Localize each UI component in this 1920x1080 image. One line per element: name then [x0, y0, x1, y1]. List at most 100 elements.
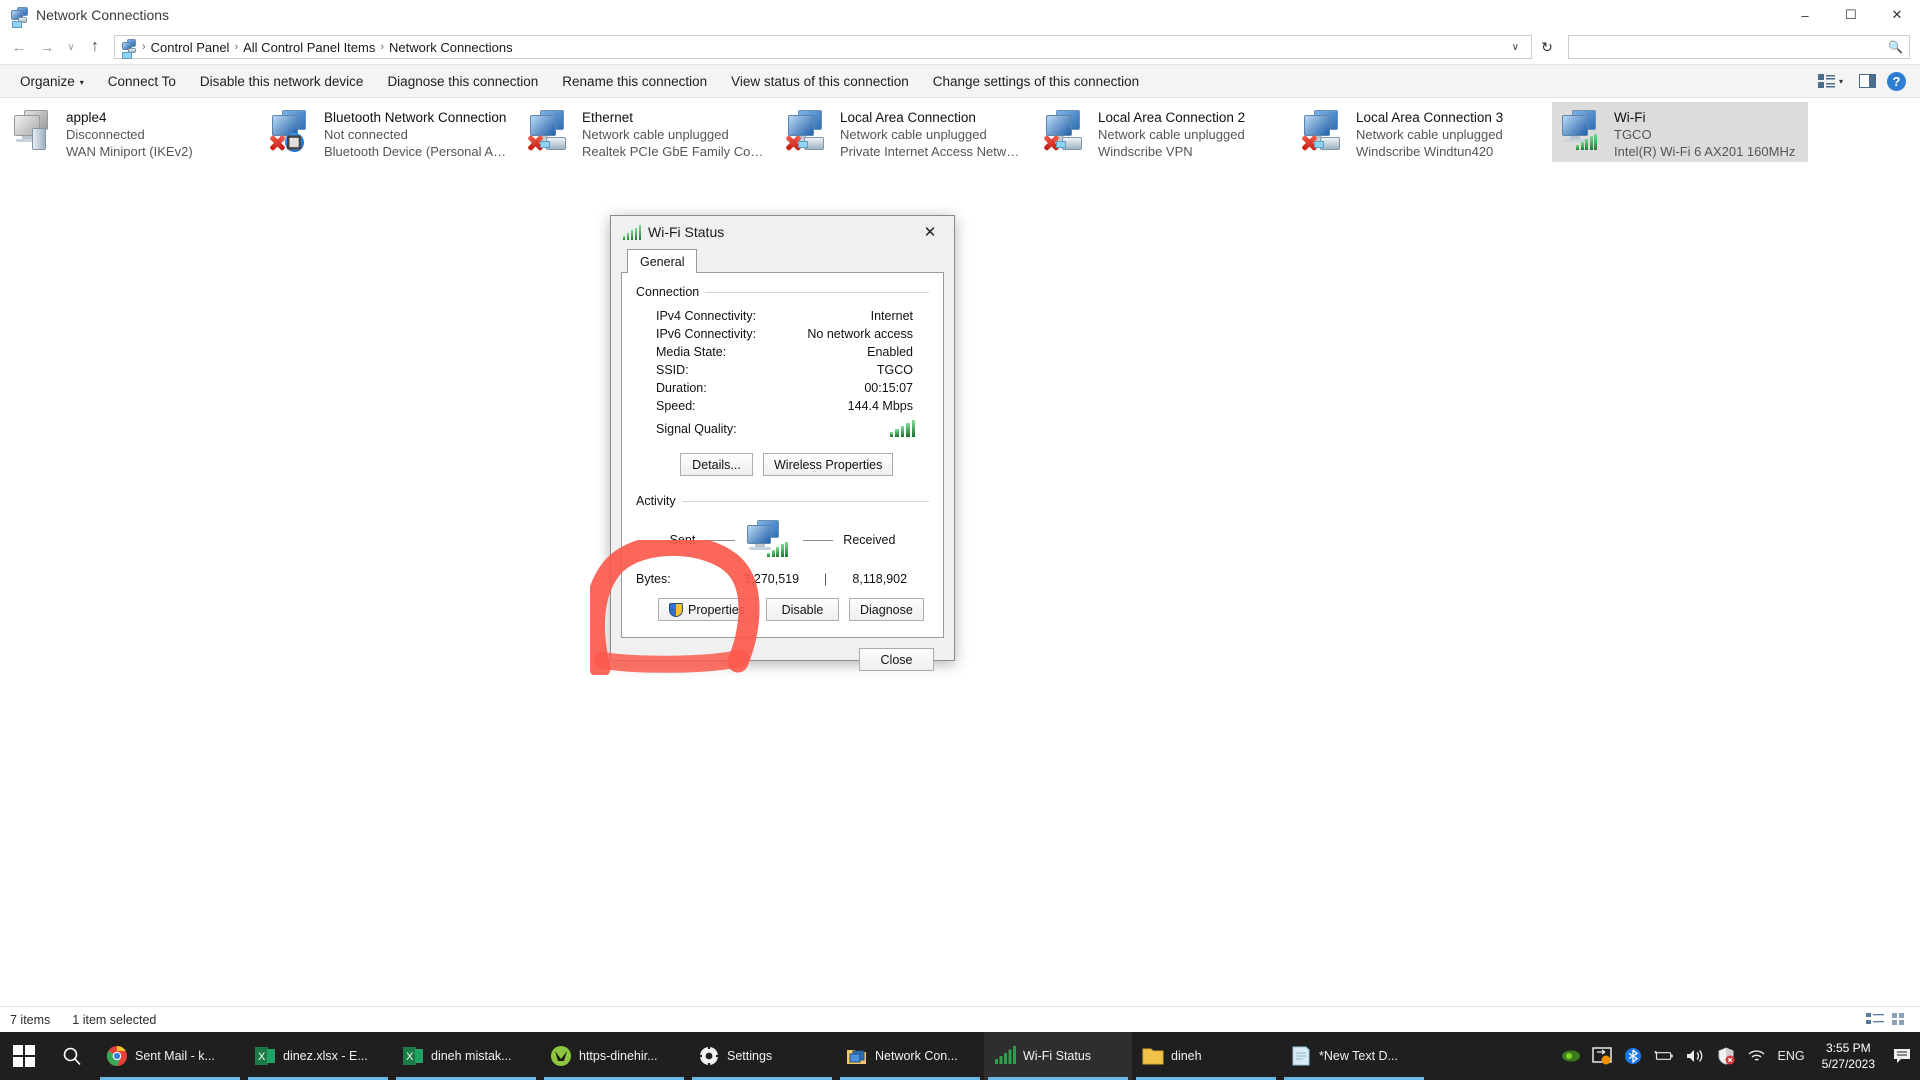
- view-options-icon: [1817, 74, 1835, 88]
- maximize-button[interactable]: ☐: [1828, 0, 1874, 30]
- tab-general[interactable]: General: [627, 249, 698, 273]
- breadcrumb-all-control-panel-items[interactable]: All Control Panel Items: [239, 39, 379, 56]
- network-tray-icon[interactable]: [1747, 1046, 1767, 1066]
- bluetooth-adapter-icon: 🔲: [268, 108, 318, 156]
- diagnose-button[interactable]: Diagnose: [848, 598, 924, 621]
- disable-network-device-button[interactable]: Disable this network device: [188, 69, 376, 94]
- adapter-item-ethernet[interactable]: Ethernet Network cable unplugged Realtek…: [520, 102, 776, 162]
- speed-value: 144.4 Mbps: [847, 399, 913, 413]
- wan-miniport-icon: [10, 108, 60, 156]
- connection-group: Connection IPv4 Connectivity: Internet I…: [636, 285, 929, 476]
- battery-tray-icon[interactable]: [1653, 1046, 1674, 1066]
- disable-button[interactable]: Disable: [765, 598, 839, 621]
- address-bar[interactable]: › Control Panel › All Control Panel Item…: [114, 35, 1532, 59]
- duration-value: 00:15:07: [864, 381, 913, 395]
- rj45-cable-icon: [1056, 137, 1082, 150]
- clock[interactable]: 3:55 PM 5/27/2023: [1816, 1040, 1881, 1072]
- chevron-down-icon: ▾: [79, 77, 84, 87]
- bytes-sent-value: 3,270,519: [743, 572, 800, 586]
- duration-label: Duration:: [656, 381, 707, 395]
- adapter-item-local-area-connection-3[interactable]: Local Area Connection 3 Network cable un…: [1294, 102, 1550, 162]
- adapter-item-local-area-connection[interactable]: Local Area Connection Network cable unpl…: [778, 102, 1034, 162]
- taskbar-item-wifi-status[interactable]: Wi-Fi Status: [984, 1032, 1132, 1080]
- address-dropdown-icon[interactable]: ∨: [1504, 42, 1527, 53]
- details-button[interactable]: Details...: [680, 453, 753, 476]
- connect-to-button[interactable]: Connect To: [96, 69, 188, 94]
- row-speed: Speed: 144.4 Mbps: [656, 397, 929, 415]
- organize-button[interactable]: Organize ▾: [8, 69, 96, 94]
- details-view-icon[interactable]: [1866, 1012, 1884, 1027]
- start-button[interactable]: [0, 1032, 48, 1080]
- sent-connector: [705, 539, 736, 541]
- rename-connection-button[interactable]: Rename this connection: [550, 69, 719, 94]
- dialog-footer: Close: [621, 638, 944, 671]
- wifi-signal-icon: [994, 1045, 1016, 1067]
- security-tray-icon[interactable]: [1716, 1046, 1736, 1066]
- status-bar: 7 items 1 item selected: [0, 1006, 1920, 1032]
- adapter-status: TGCO: [1614, 127, 1652, 142]
- minimize-button[interactable]: –: [1782, 0, 1828, 30]
- adapter-status: Disconnected: [66, 127, 145, 142]
- network-connections-window: Network Connections – ☐ ✕ ← → ∨ ↑ › Cont…: [0, 0, 1920, 1032]
- dialog-title: Wi-Fi Status: [648, 224, 725, 240]
- close-button[interactable]: ✕: [1874, 0, 1920, 30]
- help-button[interactable]: ?: [1887, 71, 1906, 91]
- recent-locations-button[interactable]: ∨: [62, 34, 80, 60]
- notifications-icon[interactable]: [1892, 1046, 1912, 1066]
- adapter-text: Bluetooth Network Connection Not connect…: [324, 108, 510, 160]
- taskbar-search-button[interactable]: [48, 1032, 96, 1080]
- activity-group-header: Activity: [636, 494, 929, 508]
- adapter-item-bluetooth-network-connection[interactable]: 🔲 Bluetooth Network Connection Not conne…: [262, 102, 518, 162]
- adapter-item-wi-fi[interactable]: Wi-Fi TGCO Intel(R) Wi-Fi 6 AX201 160MHz: [1552, 102, 1808, 162]
- up-button[interactable]: ↑: [82, 34, 108, 60]
- row-ssid: SSID: TGCO: [656, 361, 929, 379]
- view-status-button[interactable]: View status of this connection: [719, 69, 921, 94]
- breadcrumb-network-connections[interactable]: Network Connections: [385, 39, 517, 56]
- adapter-device: Realtek PCIe GbE Family Controller: [582, 144, 768, 159]
- language-indicator[interactable]: ENG: [1778, 1046, 1805, 1066]
- adapter-item-local-area-connection-2[interactable]: Local Area Connection 2 Network cable un…: [1036, 102, 1292, 162]
- adapter-item-apple4[interactable]: apple4 Disconnected WAN Miniport (IKEv2): [4, 102, 260, 162]
- change-settings-button[interactable]: Change settings of this connection: [921, 69, 1151, 94]
- activity-group-label: Activity: [636, 494, 676, 508]
- breadcrumb-control-panel[interactable]: Control Panel: [147, 39, 234, 56]
- volume-tray-icon[interactable]: [1685, 1046, 1705, 1066]
- taskbar-item-chrome[interactable]: Sent Mail - k...: [96, 1032, 244, 1080]
- adapter-list-area: apple4 Disconnected WAN Miniport (IKEv2)…: [0, 98, 1920, 1006]
- shield-icon: [669, 602, 683, 617]
- sent-label: Sent: [669, 533, 696, 547]
- large-icons-view-icon[interactable]: [1892, 1012, 1910, 1027]
- search-input[interactable]: 🔍: [1568, 35, 1910, 59]
- diagnose-connection-button[interactable]: Diagnose this connection: [375, 69, 550, 94]
- wireless-properties-button[interactable]: Wireless Properties: [763, 453, 894, 476]
- adapter-device: Bluetooth Device (Personal Area ...: [324, 144, 510, 159]
- view-options-button[interactable]: ▾: [1813, 71, 1848, 91]
- nvidia-tray-icon[interactable]: [1561, 1046, 1581, 1066]
- address-bar-row: ← → ∨ ↑ › Control Panel › All Control Pa…: [0, 30, 1920, 64]
- preview-pane-button[interactable]: [1854, 71, 1881, 91]
- breadcrumb-icon: [121, 39, 137, 59]
- adapter-status: Network cable unplugged: [1356, 127, 1503, 142]
- onedrive-tray-icon[interactable]: [1591, 1046, 1612, 1066]
- rj45-cable-icon: [540, 137, 566, 150]
- adapter-status: Network cable unplugged: [1098, 127, 1245, 142]
- close-dialog-button[interactable]: Close: [859, 648, 934, 671]
- forward-button[interactable]: →: [34, 34, 60, 60]
- disconnected-x-icon: [268, 134, 286, 152]
- taskbar-item-excel-dineh[interactable]: X dineh mistak...: [392, 1032, 540, 1080]
- adapter-text: Local Area Connection 3 Network cable un…: [1356, 108, 1503, 160]
- taskbar-item-excel-dinez[interactable]: X dinez.xlsx - E...: [244, 1032, 392, 1080]
- taskbar-item-folder-dineh[interactable]: dineh: [1132, 1032, 1280, 1080]
- taskbar-item-network-connections[interactable]: Network Con...: [836, 1032, 984, 1080]
- taskbar-item-settings[interactable]: Settings: [688, 1032, 836, 1080]
- taskbar-item-browser-app[interactable]: https-dinehir...: [540, 1032, 688, 1080]
- refresh-button[interactable]: ↻: [1534, 35, 1560, 59]
- back-button[interactable]: ←: [6, 34, 32, 60]
- properties-button[interactable]: Properties: [658, 598, 756, 621]
- dialog-close-icon[interactable]: ✕: [908, 216, 952, 248]
- properties-label: Properties: [688, 602, 745, 617]
- bluetooth-tray-icon[interactable]: [1623, 1046, 1643, 1066]
- taskbar-item-notepad[interactable]: *New Text D...: [1280, 1032, 1428, 1080]
- network-traffic-icon: [745, 520, 793, 560]
- windows-start-icon: [13, 1045, 35, 1067]
